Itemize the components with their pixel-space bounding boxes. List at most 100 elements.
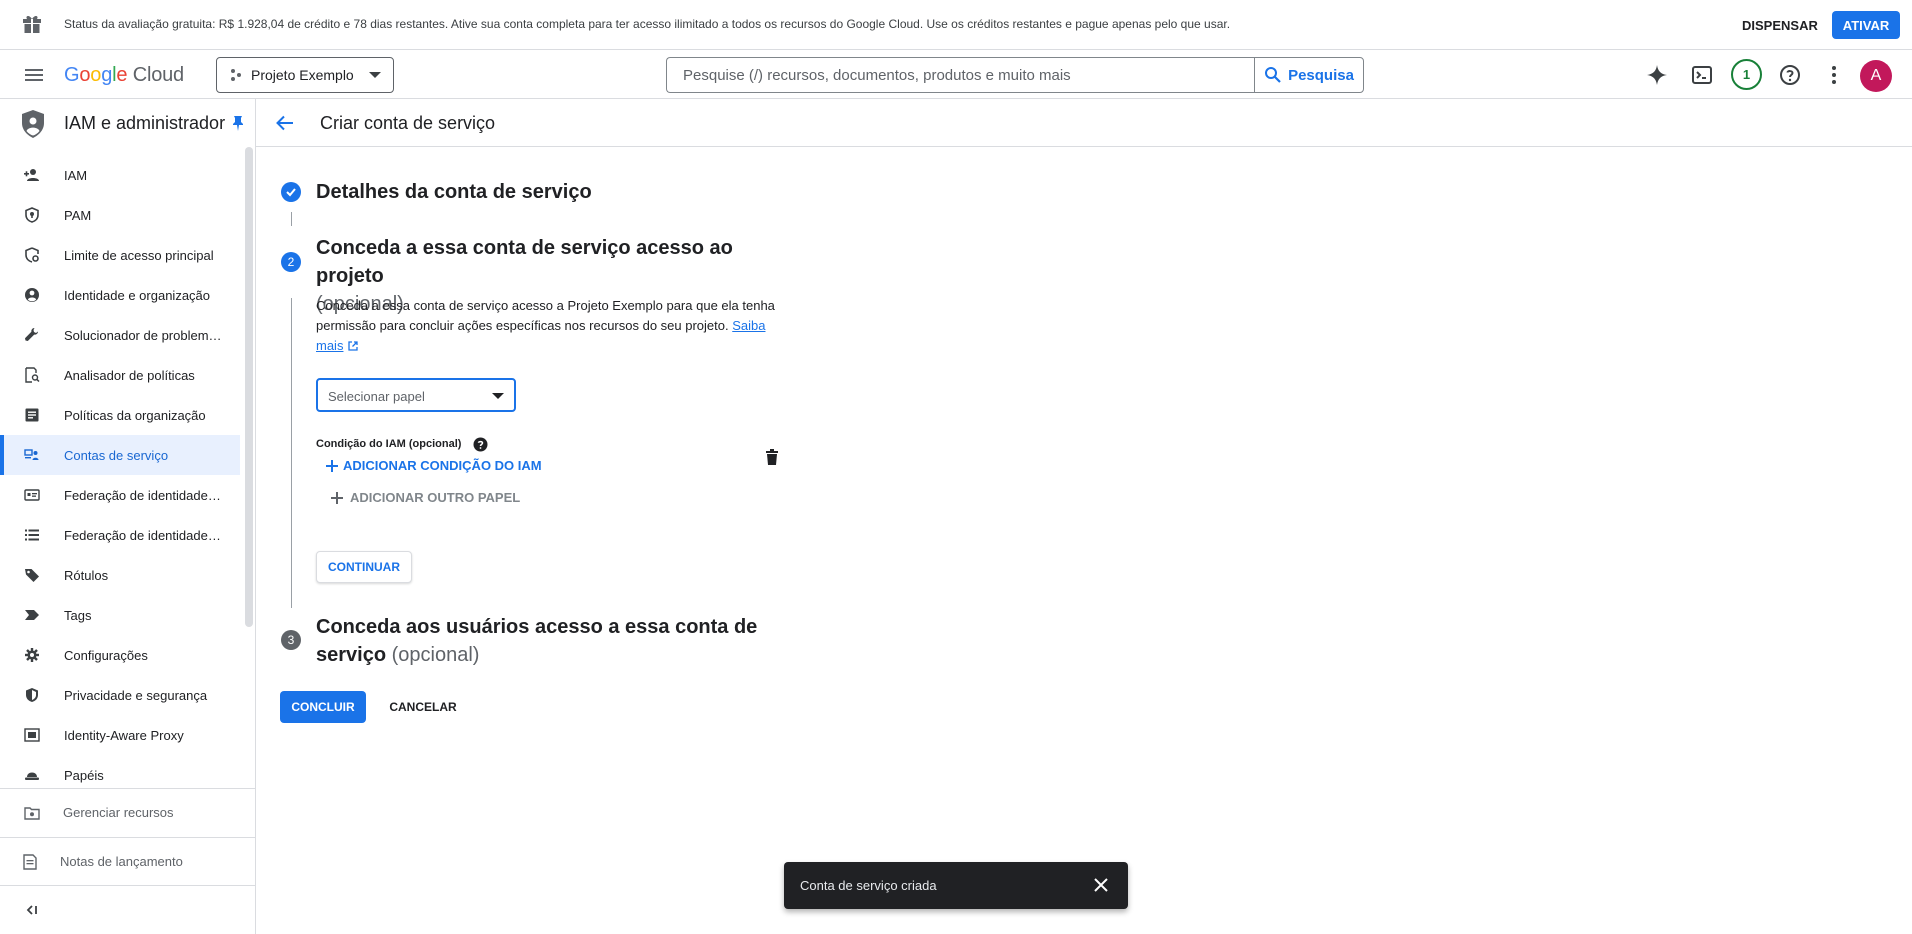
close-icon[interactable] [1092, 876, 1110, 894]
continue-button[interactable]: CONTINUAR [316, 551, 412, 583]
select-role-dropdown[interactable]: Selecionar papel [316, 378, 516, 412]
sidebar-item-identity-organization[interactable]: Identidade e organização [0, 275, 240, 315]
release-notes-link[interactable]: Notas de lançamento [0, 837, 255, 885]
sidebar-item-iam[interactable]: IAM [0, 155, 240, 195]
step2-description: Conceda a essa conta de serviço acesso a… [316, 298, 775, 353]
tag-arrow-icon [25, 610, 39, 620]
sidebar-item-settings[interactable]: Configurações [0, 635, 240, 675]
top-navigation: Google Cloud Projeto Exemplo Pesquisa 1 … [0, 50, 1912, 99]
step3-title[interactable]: Conceda aos usuários acesso a essa conta… [316, 613, 796, 669]
release-notes-icon [23, 854, 37, 870]
chevron-down-icon [492, 393, 504, 399]
step-connector [291, 298, 292, 608]
hat-icon [25, 772, 39, 780]
sidebar-item-policy-analyzer[interactable]: Analisador de políticas [0, 355, 240, 395]
add-iam-condition-button[interactable]: ADICIONAR CONDIÇÃO DO IAM [325, 458, 542, 473]
step2-number: 2 [281, 252, 301, 272]
service-account-icon [24, 449, 39, 460]
sidebar-item-label: Rótulos [64, 568, 109, 583]
gear-icon [25, 648, 39, 662]
page-title: Criar conta de serviço [320, 113, 496, 133]
proxy-icon [24, 728, 40, 742]
sidebar-item-policy-troubleshooter[interactable]: Solucionador de problemas de política [0, 315, 240, 355]
notifications-badge[interactable]: 1 [1731, 59, 1762, 90]
snackbar-message: Conta de serviço criada [800, 878, 937, 893]
iam-condition-label: Condição do IAM (opcional) [316, 438, 462, 450]
chevron-down-icon [369, 72, 381, 78]
sidebar-nav-list: IAM PAM Limite de acesso principal Ident… [0, 155, 240, 795]
select-role-label: Selecionar papel [328, 389, 425, 404]
sidebar-item-label: Papéis [64, 768, 104, 783]
sidebar-item-label: Configurações [64, 648, 148, 663]
sidebar-item-org-policies[interactable]: Políticas da organização [0, 395, 240, 435]
cancel-button[interactable]: CANCELAR [384, 691, 462, 723]
search-field[interactable] [666, 57, 1255, 93]
step-complete-icon [281, 182, 301, 202]
help-icon[interactable] [1778, 63, 1802, 87]
cloud-shell-terminal-icon[interactable] [1690, 63, 1714, 87]
snackbar: Conta de serviço criada [784, 862, 1128, 909]
release-notes-label: Notas de lançamento [60, 854, 183, 869]
step1-title[interactable]: Detalhes da conta de serviço [316, 178, 592, 206]
person-add-icon [24, 169, 39, 181]
id-card-icon [24, 489, 40, 501]
sidebar-item-label: Federação de identidade da carga de trab… [64, 488, 222, 503]
sidebar-item-service-accounts[interactable]: Contas de serviço [0, 435, 240, 475]
label-icon [25, 569, 39, 582]
sidebar-item-label: Tags [64, 608, 92, 623]
step3-number: 3 [281, 630, 301, 650]
arrow-back-icon[interactable] [274, 112, 296, 134]
search-input[interactable] [683, 66, 1255, 84]
search-button[interactable]: Pesquisa [1254, 57, 1364, 93]
manage-resources-label: Gerenciar recursos [63, 805, 174, 820]
add-another-role-button[interactable]: ADICIONAR OUTRO PAPEL [330, 490, 520, 505]
google-cloud-logo[interactable]: Google Cloud [64, 64, 184, 87]
sidebar-item-workload-identity-federation[interactable]: Federação de identidade da carga de trab… [0, 475, 240, 515]
pin-icon[interactable] [231, 115, 245, 131]
security-icon [26, 688, 38, 702]
manage-resources-icon [24, 807, 40, 820]
sidebar-item-labels[interactable]: Rótulos [0, 555, 240, 595]
help-icon[interactable] [473, 437, 488, 452]
sidebar-item-label: IAM [64, 168, 88, 183]
sidebar-item-identity-aware-proxy[interactable]: Identity-Aware Proxy [0, 715, 240, 755]
sidebar-scrollbar[interactable] [245, 147, 253, 627]
step-connector [291, 212, 292, 226]
manage-resources-link[interactable]: Gerenciar recursos [0, 788, 255, 836]
sidebar-item-principal-access-boundary[interactable]: Limite de acesso principal [0, 235, 240, 275]
sidebar-item-workforce-identity-federation[interactable]: Federação de identidade de colaboradores [0, 515, 240, 555]
dismiss-button[interactable]: DISPENSAR [1742, 14, 1818, 37]
project-picker[interactable]: Projeto Exemplo [216, 57, 394, 93]
delete-icon[interactable] [764, 448, 780, 466]
more-vert-icon[interactable] [1822, 63, 1846, 87]
sidebar-item-label: Federação de identidade de colaboradores [64, 528, 222, 543]
sidebar-item-label: Identity-Aware Proxy [64, 728, 184, 743]
hamburger-menu-icon[interactable] [22, 63, 46, 87]
activate-button[interactable]: ATIVAR [1832, 11, 1900, 39]
account-circle-icon [25, 288, 39, 302]
plus-icon [326, 459, 338, 472]
gemini-sparkle-icon[interactable] [1645, 63, 1669, 87]
sidebar-title: IAM e administrador [64, 113, 226, 133]
sidebar: IAM e administrador IAM PAM Limite de ac… [0, 99, 256, 934]
gift-icon [23, 15, 41, 33]
article-icon [25, 408, 39, 422]
project-dots-icon [231, 69, 241, 81]
done-button[interactable]: CONCLUIR [280, 691, 366, 723]
sidebar-item-tags[interactable]: Tags [0, 595, 240, 635]
wrench-icon [25, 328, 38, 341]
iam-shield-icon [22, 110, 44, 138]
collapse-sidebar-icon[interactable] [24, 902, 40, 918]
sidebar-header: IAM e administrador [0, 99, 255, 147]
plus-icon [331, 491, 343, 504]
sidebar-item-label: PAM [64, 208, 92, 223]
sidebar-item-label: Contas de serviço [64, 448, 169, 463]
user-avatar[interactable]: A [1860, 60, 1892, 92]
trial-status-text: Status da avaliação gratuita: R$ 1.928,0… [64, 17, 1231, 31]
sidebar-item-label: Analisador de políticas [64, 368, 195, 383]
sidebar-item-label: Privacidade e segurança [64, 688, 208, 703]
sidebar-item-privacy-security[interactable]: Privacidade e segurança [0, 675, 240, 715]
doc-search-icon [25, 367, 40, 383]
sidebar-item-pam[interactable]: PAM [0, 195, 240, 235]
search-button-label: Pesquisa [1288, 66, 1354, 84]
